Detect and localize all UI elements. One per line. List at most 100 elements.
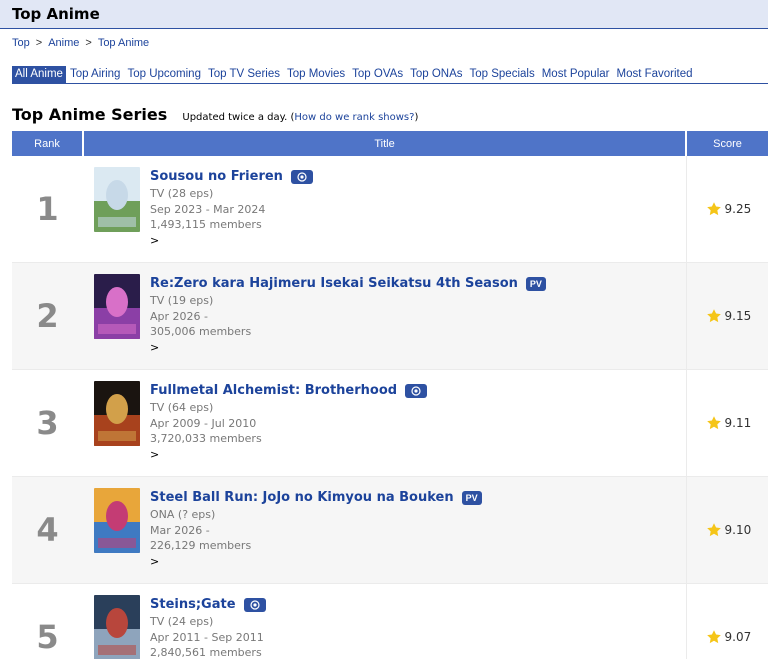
updated-note: Updated twice a day. (How do we rank sho…	[182, 112, 419, 123]
anime-members: 305,006 members	[150, 325, 252, 338]
score-value: 9.11	[724, 416, 752, 430]
rank-number: 3	[36, 404, 59, 442]
video-badge[interactable]	[405, 383, 428, 398]
anime-poster	[94, 274, 140, 339]
series-heading: Top Anime Series Updated twice a day. (H…	[12, 105, 768, 124]
breadcrumb-top-anime[interactable]: Top Anime	[98, 37, 149, 49]
title-wrap: Re:Zero kara Hajimeru Isekai Seikatsu 4t…	[83, 263, 686, 369]
anime-thumbnail[interactable]	[94, 167, 140, 232]
anime-dates: Mar 2026 -	[150, 523, 210, 537]
anime-type: TV (24 eps)	[150, 615, 214, 628]
rank-number: 1	[36, 190, 59, 228]
ranking-row: 4 Steel Ball Run: JoJo no Kimyou na Bouk…	[12, 476, 768, 584]
title-cell: Fullmetal Alchemist: Brotherhood TV (64 …	[83, 369, 686, 477]
more-info-toggle[interactable]: >	[150, 341, 680, 354]
breadcrumb-separator: >	[35, 37, 43, 49]
anime-title-link[interactable]: Fullmetal Alchemist: Brotherhood	[150, 383, 397, 398]
score-value: 9.10	[724, 523, 752, 537]
series-title: Top Anime Series	[12, 105, 168, 124]
table-header-row: Rank Title Score	[12, 131, 768, 156]
anime-title-link[interactable]: Sousou no Frieren	[150, 169, 283, 184]
breadcrumb: Top > Anime > Top Anime	[12, 37, 149, 49]
nav-top-tv-series[interactable]: Top TV Series	[205, 66, 283, 83]
anime-thumbnail[interactable]	[94, 488, 140, 553]
star-icon	[706, 416, 721, 430]
rank-number: 2	[36, 297, 59, 335]
anime-poster	[94, 167, 140, 232]
anime-thumbnail[interactable]	[94, 274, 140, 339]
nav-top-upcoming[interactable]: Top Upcoming	[124, 66, 204, 83]
star-icon	[706, 202, 721, 216]
video-badge[interactable]	[290, 169, 313, 184]
breadcrumb-separator: >	[85, 37, 92, 49]
nav-top-onas[interactable]: Top ONAs	[407, 66, 465, 83]
nav-top-specials[interactable]: Top Specials	[467, 66, 538, 83]
rank-number: 5	[36, 618, 59, 656]
anime-thumbnail[interactable]	[94, 381, 140, 446]
anime-type: TV (28 eps)	[150, 187, 214, 200]
nav-most-popular[interactable]: Most Popular	[539, 66, 613, 83]
page-header: Top Anime	[0, 0, 768, 29]
score-wrap: 9.07	[687, 629, 768, 645]
rank-number: 4	[36, 511, 59, 549]
more-info-toggle[interactable]: >	[150, 448, 680, 461]
anime-title-link[interactable]: Steel Ball Run: JoJo no Kimyou na Bouken	[150, 490, 454, 505]
anime-type-nav: All Anime Top Airing Top Upcoming Top TV…	[12, 66, 768, 84]
anime-dates: Apr 2026 -	[150, 309, 208, 323]
score-cell: 9.25	[685, 156, 768, 263]
anime-thumbnail[interactable]	[94, 595, 140, 659]
more-info-toggle[interactable]: >	[150, 555, 680, 568]
anime-members: 226,129 members	[150, 539, 252, 552]
score-value: 9.15	[724, 309, 752, 323]
title-line: Sousou no Frieren	[150, 166, 680, 186]
anime-type: TV (64 eps)	[150, 401, 214, 414]
anime-type: ONA (? eps)	[150, 508, 216, 521]
nav-most-favorited[interactable]: Most Favorited	[613, 66, 695, 83]
title-line: Fullmetal Alchemist: Brotherhood	[150, 380, 680, 400]
score-cell: 9.07	[685, 583, 768, 659]
title-wrap: Steel Ball Run: JoJo no Kimyou na Bouken…	[83, 477, 686, 583]
video-badge[interactable]	[243, 597, 266, 612]
score-wrap: 9.25	[687, 201, 768, 217]
anime-title-link[interactable]: Steins;Gate	[150, 597, 236, 612]
ranking-table: Rank Title Score 1 Sousou no Frieren TV …	[12, 131, 768, 659]
rank-column-header: Rank	[12, 131, 84, 156]
nav-top-ovas[interactable]: Top OVAs	[349, 66, 406, 83]
ranking-row: 1 Sousou no Frieren TV (28 eps) Sep 2023…	[12, 156, 768, 263]
pv-badge[interactable]: PV	[461, 490, 482, 505]
ranking-row: 5 Steins;Gate TV (24 eps) Apr 2011 - Sep…	[12, 583, 768, 659]
star-icon	[706, 523, 721, 537]
anime-info: Re:Zero kara Hajimeru Isekai Seikatsu 4t…	[150, 273, 680, 354]
anime-dates: Apr 2011 - Sep 2011	[150, 630, 264, 644]
play-circle-icon	[297, 171, 307, 182]
anime-title-link[interactable]: Re:Zero kara Hajimeru Isekai Seikatsu 4t…	[150, 276, 518, 291]
breadcrumb-top[interactable]: Top	[12, 37, 30, 49]
pv-badge[interactable]: PV	[525, 276, 546, 291]
title-wrap: Steins;Gate TV (24 eps) Apr 2011 - Sep 2…	[83, 584, 686, 659]
anime-poster	[94, 381, 140, 446]
title-cell: Sousou no Frieren TV (28 eps) Sep 2023 -…	[83, 156, 686, 263]
title-line: Steel Ball Run: JoJo no Kimyou na Bouken…	[150, 487, 680, 507]
score-column-header: Score	[686, 131, 768, 156]
breadcrumb-anime[interactable]: Anime	[48, 37, 79, 49]
updated-text: Updated twice a day.	[182, 112, 288, 123]
title-wrap: Sousou no Frieren TV (28 eps) Sep 2023 -…	[83, 156, 686, 262]
nav-all-anime[interactable]: All Anime	[12, 66, 66, 83]
star-icon	[706, 630, 721, 644]
more-info-toggle[interactable]: >	[150, 234, 680, 247]
anime-dates: Sep 2023 - Mar 2024	[150, 202, 266, 216]
how-we-rank-link[interactable]: How do we rank shows?	[294, 112, 414, 123]
anime-type: TV (19 eps)	[150, 294, 214, 307]
title-line: Re:Zero kara Hajimeru Isekai Seikatsu 4t…	[150, 273, 680, 293]
ranking-row: 2 Re:Zero kara Hajimeru Isekai Seikatsu …	[12, 262, 768, 370]
anime-dates: Apr 2009 - Jul 2010	[150, 416, 257, 430]
score-wrap: 9.10	[687, 522, 768, 538]
title-column-header: Title	[83, 131, 687, 156]
rank-cell: 5	[12, 583, 83, 659]
title-cell: Steel Ball Run: JoJo no Kimyou na Bouken…	[83, 476, 686, 584]
nav-top-movies[interactable]: Top Movies	[284, 66, 348, 83]
anime-info: Steel Ball Run: JoJo no Kimyou na Bouken…	[150, 487, 680, 568]
anime-info: Steins;Gate TV (24 eps) Apr 2011 - Sep 2…	[150, 594, 680, 659]
nav-top-airing[interactable]: Top Airing	[67, 66, 124, 83]
title-cell: Re:Zero kara Hajimeru Isekai Seikatsu 4t…	[83, 262, 686, 370]
